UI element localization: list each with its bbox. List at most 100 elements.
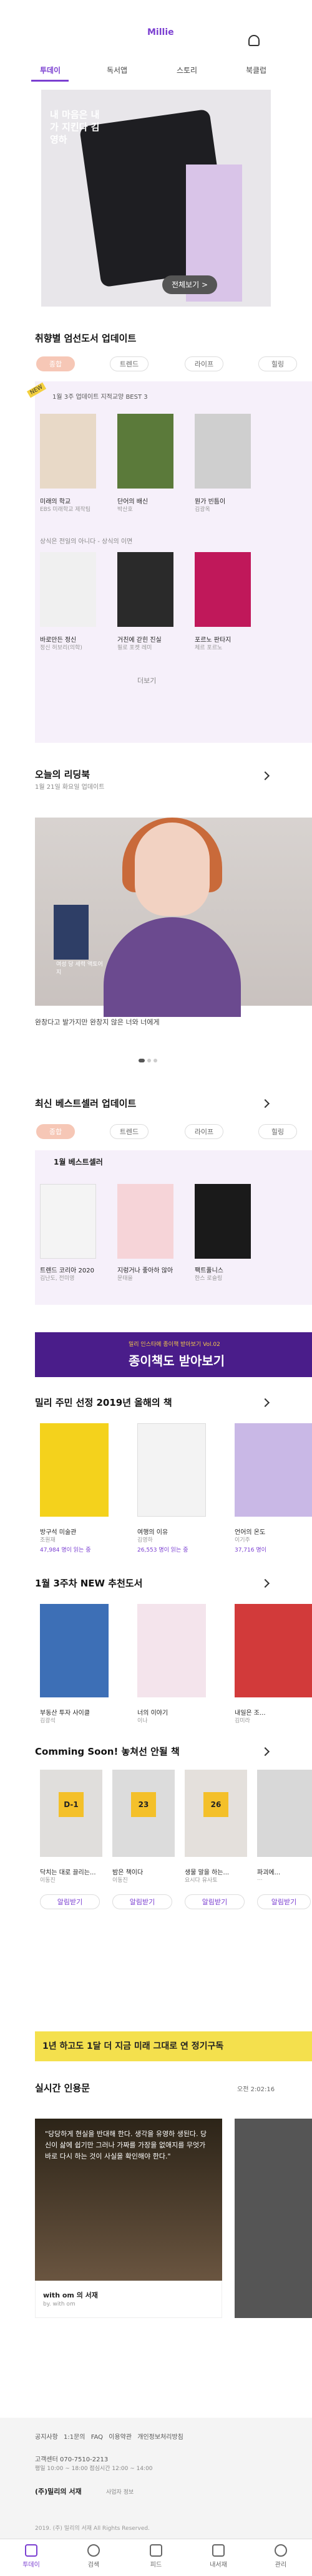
book-cover[interactable] bbox=[137, 1423, 206, 1517]
chevron-right-icon[interactable] bbox=[260, 1398, 270, 1408]
subscription-promo[interactable]: 1년 하고도 1달 더 지금 미래 그대로 연 정기구독 bbox=[35, 2031, 312, 2061]
chip-trend[interactable]: 트렌드 bbox=[110, 1124, 149, 1139]
nav-manage[interactable]: 관리 bbox=[250, 2544, 312, 2569]
nav-label: 투데이 bbox=[22, 2562, 40, 2569]
quote-text: "당당하게 현실을 반대해 한다. 생각을 유영하 생된다. 당신이 삶에 쉽기… bbox=[35, 2119, 222, 2281]
curated-sub: 1월 3주 업데이트 지적교양 BEST 3 bbox=[52, 394, 148, 401]
book-author: 이나 bbox=[137, 1718, 148, 1724]
book-cover[interactable] bbox=[40, 1184, 96, 1259]
footer-links: 공지사항 1:1문의 FAQ 이용약관 개인정보처리방침 bbox=[35, 2431, 303, 2441]
home-icon bbox=[25, 2544, 37, 2557]
hero-title: 내 마음은 내가 지킨다 김영하 bbox=[50, 109, 100, 145]
chip-healing[interactable]: 힐링 bbox=[258, 1124, 297, 1139]
book-cover[interactable] bbox=[117, 1184, 173, 1259]
book-cover[interactable] bbox=[195, 552, 251, 627]
nav-library[interactable]: 내서재 bbox=[187, 2544, 250, 2569]
book-cover[interactable] bbox=[117, 552, 173, 627]
book-author: 김영하 bbox=[137, 1537, 153, 1543]
book-cover[interactable] bbox=[40, 414, 96, 489]
book-cover[interactable] bbox=[195, 414, 251, 489]
quote-card[interactable]: "당당하게 현실을 반대해 한다. 생각을 유영하 생된다. 당신이 삶에 쉽기… bbox=[35, 2119, 222, 2318]
readingbook-sub: 1월 21일 화요일 업데이트 bbox=[35, 784, 105, 791]
readingbook-card-text: 여성 당 세력 액토어지 bbox=[56, 961, 103, 976]
book-cover-blurred[interactable] bbox=[257, 1770, 312, 1857]
chip-life[interactable]: 라이프 bbox=[185, 1124, 223, 1139]
nav-feed[interactable]: 피드 bbox=[125, 2544, 187, 2569]
nav-today[interactable]: 투데이 bbox=[0, 2544, 62, 2569]
book-cover[interactable] bbox=[195, 1184, 251, 1259]
book-cover[interactable] bbox=[40, 552, 96, 627]
promo-banner[interactable]: 밀리 인스타에 종이책 받아보기 Vol.02 종이책도 받아보기 bbox=[35, 1332, 312, 1377]
footer-company-info[interactable]: 사업자 정보 bbox=[106, 2488, 134, 2496]
book-title: 지렁거나 좋아하 않아 bbox=[117, 1267, 173, 1274]
footer-link-notice[interactable]: 공지사항 bbox=[35, 2434, 58, 2441]
footer-link-faq[interactable]: FAQ bbox=[91, 2434, 103, 2441]
book-cover[interactable] bbox=[40, 1423, 109, 1517]
chip-trend[interactable]: 트렌드 bbox=[110, 356, 149, 371]
release-date: 26 bbox=[203, 1792, 228, 1817]
chevron-right-icon[interactable] bbox=[260, 771, 270, 781]
section-title-curated: 취향별 엄선도서 업데이트 bbox=[35, 333, 137, 344]
tab-app[interactable]: 독서앱 bbox=[78, 65, 156, 75]
book-author: 박산호 bbox=[117, 507, 133, 513]
notify-button[interactable]: 알림받기 bbox=[112, 1894, 172, 1909]
hero-banner[interactable]: 내 마음은 내가 지킨다 김영하 bbox=[41, 90, 271, 307]
nav-label: 검색 bbox=[87, 2562, 100, 2569]
section-title-readingbook: 오늘의 리딩북 bbox=[35, 769, 90, 780]
footer-link-terms[interactable]: 이용약관 bbox=[109, 2434, 132, 2441]
tab-bookclub[interactable]: 북클럽 bbox=[217, 65, 295, 75]
bestseller-label: 1월 베스트셀러 bbox=[54, 1158, 103, 1166]
nav-label: 내서재 bbox=[210, 2562, 227, 2569]
book-author: 김광석 bbox=[40, 1718, 56, 1724]
book-author: 김난도, 전미영 bbox=[40, 1276, 75, 1282]
quote-source: with om 의 서재 bbox=[43, 2291, 98, 2299]
book-title: 방구석 미술관 bbox=[40, 1529, 77, 1536]
book-title: 거친에 갇힌 진실 bbox=[117, 637, 162, 644]
chip-all[interactable]: 종합 bbox=[36, 1124, 75, 1139]
section-title-new: 1월 3주차 NEW 추천도서 bbox=[35, 1578, 143, 1589]
book-title: 팩트풀니스 bbox=[195, 1267, 223, 1274]
chip-all[interactable]: 종합 bbox=[36, 356, 75, 371]
nav-label: 피드 bbox=[150, 2562, 162, 2569]
footer-link-inquiry[interactable]: 1:1문의 bbox=[64, 2434, 85, 2441]
carousel-dots bbox=[139, 1053, 160, 1065]
book-author: 체르 포르노 bbox=[195, 645, 223, 651]
feed-icon bbox=[150, 2544, 162, 2557]
book-cover[interactable] bbox=[40, 1604, 109, 1697]
book-cover[interactable] bbox=[235, 1604, 312, 1697]
app-logo[interactable]: Millie bbox=[147, 27, 174, 37]
quote-card[interactable] bbox=[235, 2119, 312, 2318]
book-cover[interactable] bbox=[235, 1423, 312, 1517]
chip-healing[interactable]: 힐링 bbox=[258, 356, 297, 371]
read-count: 37,716 명이 bbox=[235, 1547, 266, 1553]
book-title: 여행의 이유 bbox=[137, 1529, 168, 1536]
book-title: 생물 말을 하는... bbox=[185, 1869, 230, 1876]
tab-story[interactable]: 스토리 bbox=[148, 65, 226, 75]
chevron-right-icon[interactable] bbox=[260, 1747, 270, 1757]
reading-book-card bbox=[54, 905, 89, 960]
nav-search[interactable]: 검색 bbox=[62, 2544, 125, 2569]
chip-life[interactable]: 라이프 bbox=[185, 356, 223, 371]
more-button[interactable]: 더보기 bbox=[137, 675, 156, 685]
footer-copyright: 2019. (주) 밀리의 서재 All Rights Reserved. bbox=[35, 2526, 150, 2532]
book-title: 뭔가 빈틈이 bbox=[195, 499, 226, 505]
readingbook-photo[interactable] bbox=[35, 818, 312, 1017]
library-icon bbox=[212, 2544, 225, 2557]
bell-icon[interactable] bbox=[248, 35, 260, 46]
person-body bbox=[104, 917, 241, 1017]
notify-button[interactable]: 알림받기 bbox=[40, 1894, 100, 1909]
curated-sub2: 상식은 전일의 아니다 - 상식의 이면 bbox=[40, 538, 133, 545]
footer-link-privacy[interactable]: 개인정보처리방침 bbox=[137, 2434, 183, 2441]
hero-view-all-button[interactable]: 전체보기 > bbox=[162, 275, 217, 294]
release-date: D-1 bbox=[59, 1792, 84, 1817]
section-title-bestseller: 최신 베스트셀러 업데이트 bbox=[35, 1098, 137, 1109]
book-title: 너의 이야기 bbox=[137, 1710, 168, 1717]
search-icon bbox=[87, 2544, 100, 2557]
notify-button[interactable]: 알림받기 bbox=[257, 1894, 311, 1909]
chevron-right-icon[interactable] bbox=[260, 1099, 270, 1109]
chevron-right-icon[interactable] bbox=[260, 1578, 270, 1588]
notify-button[interactable]: 알림받기 bbox=[185, 1894, 245, 1909]
bottom-nav: 투데이 검색 피드 내서재 관리 bbox=[0, 2539, 312, 2576]
book-cover[interactable] bbox=[117, 414, 173, 489]
book-cover[interactable] bbox=[137, 1604, 206, 1697]
